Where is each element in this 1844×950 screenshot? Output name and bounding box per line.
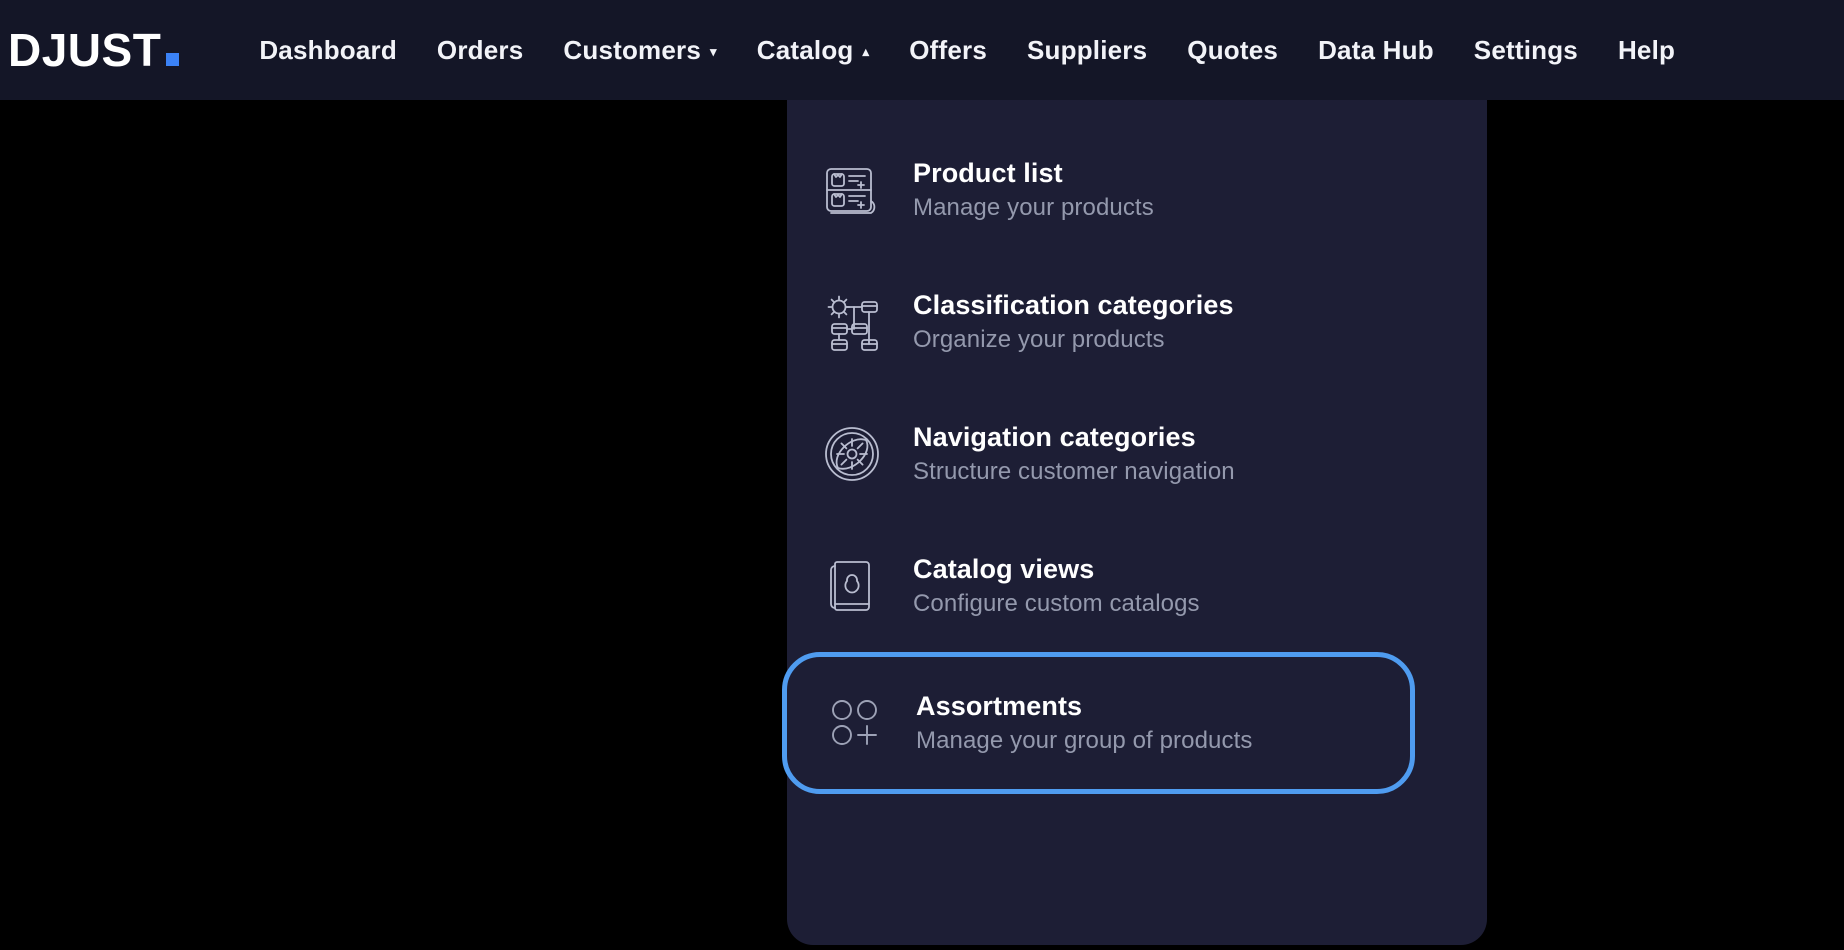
menu-item-title: Navigation categories [913,421,1196,452]
menu-item-subtitle: Manage your products [913,193,1154,221]
nav-item-label: Catalog [756,35,854,65]
nav-item-label: Offers [909,35,988,65]
nav-item-dashboard[interactable]: Dashboard [239,37,417,63]
menu-item-subtitle: Structure customer navigation [913,457,1235,485]
menu-item-subtitle: Configure custom catalogs [913,589,1200,617]
top-navigation-bar: DJUST Dashboard Orders Customers ▾ Catal… [0,0,1844,100]
nav-item-customers[interactable]: Customers ▾ [543,37,736,63]
djust-logo[interactable]: DJUST [8,24,180,76]
nav-item-label: Customers [563,35,702,65]
nav-item-suppliers[interactable]: Suppliers [1007,37,1167,63]
menu-item-title: Classification categories [913,289,1234,320]
assortments-icon [820,688,890,758]
menu-item-navigation-categories[interactable]: Navigation categories Structure customer… [787,388,1487,520]
menu-item-subtitle: Manage your group of products [916,726,1253,754]
menu-item-subtitle: Organize your products [913,325,1165,353]
app-root: DJUST Dashboard Orders Customers ▾ Catal… [0,0,1844,950]
classification-categories-icon [817,287,887,357]
nav-item-data-hub[interactable]: Data Hub [1298,37,1454,63]
nav-item-label: Settings [1473,35,1578,65]
nav-item-label: Data Hub [1318,35,1434,65]
menu-item-text: Catalog views Configure custom catalogs [913,553,1200,617]
menu-item-product-list[interactable]: Product list Manage your products [787,124,1487,256]
nav-item-settings[interactable]: Settings [1454,37,1598,63]
menu-item-title: Catalog views [913,553,1095,584]
catalog-views-icon [817,551,887,621]
menu-item-text: Product list Manage your products [913,157,1154,221]
nav-item-help[interactable]: Help [1598,37,1695,63]
nav-item-orders[interactable]: Orders [417,37,543,63]
nav-item-label: Quotes [1187,35,1279,65]
chevron-up-icon: ▴ [862,43,870,59]
nav-item-label: Dashboard [259,35,397,65]
menu-item-text: Classification categories Organize your … [913,289,1234,353]
chevron-down-icon: ▾ [710,43,717,59]
nav-item-catalog[interactable]: Catalog ▴ [737,37,889,63]
product-list-icon [817,155,887,225]
logo-wordmark: DJUST [8,24,162,76]
logo-dot-icon [166,53,180,66]
nav-item-label: Suppliers [1027,35,1148,65]
menu-item-text: Assortments Manage your group of product… [916,690,1253,754]
menu-item-assortments[interactable]: Assortments Manage your group of product… [782,652,1415,794]
menu-item-title: Product list [913,157,1063,188]
menu-item-title: Assortments [916,690,1083,721]
nav-item-offers[interactable]: Offers [889,37,1007,63]
nav-item-label: Help [1617,35,1676,65]
nav-item-quotes[interactable]: Quotes [1167,37,1298,63]
nav-item-label: Orders [436,35,524,65]
navigation-categories-icon [817,419,887,489]
catalog-dropdown-menu: Product list Manage your products Classi… [782,100,1487,945]
menu-item-text: Navigation categories Structure customer… [913,421,1235,485]
menu-item-classification-categories[interactable]: Classification categories Organize your … [787,256,1487,388]
menu-item-catalog-views[interactable]: Catalog views Configure custom catalogs [787,520,1487,652]
